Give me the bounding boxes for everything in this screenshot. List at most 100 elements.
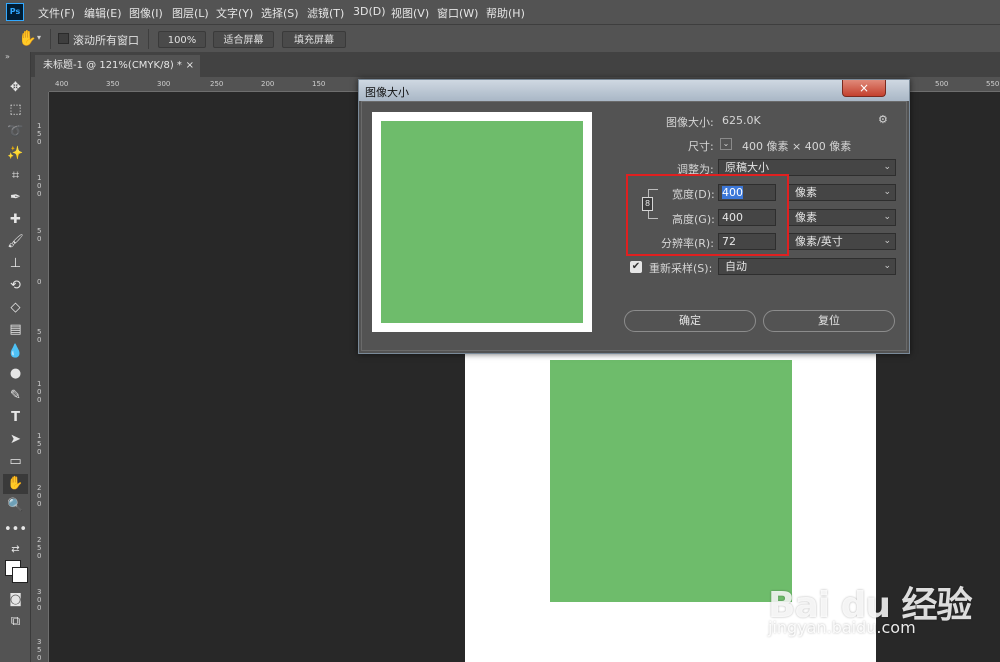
- ruler-tick: 0: [37, 278, 42, 286]
- scroll-all-windows-checkbox[interactable]: [58, 33, 69, 44]
- document-tab[interactable]: 未标题-1 @ 121%(CMYK/8) * ×: [35, 55, 200, 77]
- resolution-unit-select[interactable]: 像素/英寸 ⌄: [788, 233, 896, 250]
- zoom-tool-icon[interactable]: 🔍: [3, 496, 28, 516]
- highlight-annotation-box: [626, 174, 789, 256]
- rectangle-tool-icon[interactable]: ▭: [3, 452, 28, 472]
- menu-filter[interactable]: 滤镜(T): [307, 5, 344, 21]
- eyedropper-tool-icon[interactable]: ✒: [3, 188, 28, 208]
- lasso-tool-icon[interactable]: ➰: [3, 122, 28, 142]
- magic-wand-tool-icon[interactable]: ✨: [3, 144, 28, 164]
- fit-to-value: 原稿大小: [725, 161, 769, 174]
- dodge-tool-icon[interactable]: ●: [3, 364, 28, 384]
- dialog-title-bar[interactable]: 图像大小 ×: [359, 80, 909, 101]
- menu-bar: Ps 文件(F) 编辑(E) 图像(I) 图层(L) 文字(Y) 选择(S) 滤…: [0, 0, 1000, 24]
- screen-mode-icon[interactable]: ⧉: [3, 612, 28, 632]
- clone-stamp-tool-icon[interactable]: ⊥: [3, 254, 28, 274]
- fill-screen-button[interactable]: 填充屏幕: [282, 31, 346, 48]
- chevron-down-icon: ⌄: [883, 236, 891, 246]
- image-size-label: 图像大小:: [666, 116, 714, 129]
- document-tab-strip: 未标题-1 @ 121%(CMYK/8) * ×: [31, 52, 1000, 77]
- ruler-tick: 350: [106, 80, 120, 88]
- ruler-tick: 1 5 0: [37, 122, 42, 146]
- zoom-100-button[interactable]: 100%: [158, 31, 206, 48]
- green-square-layer: [550, 360, 792, 602]
- width-unit-select[interactable]: 像素 ⌄: [788, 184, 896, 201]
- path-selection-tool-icon[interactable]: ➤: [3, 430, 28, 450]
- marquee-tool-icon[interactable]: ⬚: [3, 100, 28, 120]
- scroll-all-windows-label: 滚动所有窗口: [73, 34, 139, 47]
- menu-file[interactable]: 文件(F): [38, 5, 75, 21]
- dimensions-value: 400 像素 × 400 像素: [742, 140, 852, 153]
- dimensions-unit-dropdown-icon[interactable]: ⌄: [720, 138, 732, 150]
- divider: [50, 29, 51, 49]
- ruler-tick: 5 0: [37, 227, 42, 243]
- ruler-tick: 250: [210, 80, 224, 88]
- ruler-tick: 2 0 0: [37, 484, 42, 508]
- height-unit: 像素: [795, 211, 817, 224]
- menu-type[interactable]: 文字(Y): [216, 5, 253, 21]
- more-tools-icon[interactable]: •••: [3, 520, 28, 540]
- chevron-down-icon: ⌄: [883, 261, 891, 271]
- quick-mask-icon[interactable]: ◙: [3, 590, 28, 610]
- close-tab-icon[interactable]: ×: [186, 55, 194, 77]
- resolution-unit: 像素/英寸: [795, 235, 843, 248]
- collapse-icon[interactable]: »: [5, 52, 10, 61]
- chevron-down-icon: ⌄: [883, 162, 891, 172]
- ruler-tick: 1 0 0: [37, 174, 42, 198]
- watermark-url: jingyan.baidu.com: [768, 618, 916, 637]
- ok-button[interactable]: 确定: [624, 310, 756, 332]
- divider: [148, 29, 149, 49]
- brush-tool-icon[interactable]: 🖌: [3, 232, 28, 252]
- dialog-title: 图像大小: [365, 86, 409, 99]
- type-tool-icon[interactable]: T: [3, 408, 28, 428]
- ruler-tick: 3 5 0: [37, 638, 42, 662]
- ruler-tick: 1 0 0: [37, 380, 42, 404]
- healing-brush-tool-icon[interactable]: ✚: [3, 210, 28, 230]
- chevron-down-icon: ⌄: [883, 187, 891, 197]
- chevron-down-icon: ⌄: [883, 212, 891, 222]
- options-bar: ✋ ▾ 滚动所有窗口 100% 适合屏幕 填充屏幕: [0, 24, 1000, 52]
- tools-panel: » ✥ ⬚ ➰ ✨ ⌗ ✒ ✚ 🖌 ⊥ ⟲ ◇ ▤ 💧 ● ✎ T ➤ ▭ ✋ …: [0, 52, 31, 662]
- ruler-tick: 300: [157, 80, 171, 88]
- gradient-tool-icon[interactable]: ▤: [3, 320, 28, 340]
- close-dialog-button[interactable]: ×: [842, 80, 886, 97]
- menu-3d[interactable]: 3D(D): [353, 5, 386, 18]
- menu-edit[interactable]: 编辑(E): [84, 5, 122, 21]
- menu-image[interactable]: 图像(I): [129, 5, 163, 21]
- swap-colors-icon[interactable]: ⇄: [3, 540, 28, 560]
- ruler-vertical: 1 5 0 1 0 0 5 0 0 5 0 1 0 0 1 5 0 2 0 0 …: [31, 92, 49, 662]
- ruler-tick: 200: [261, 80, 275, 88]
- hand-tool-icon[interactable]: ✋: [3, 474, 28, 494]
- ruler-tick: 3 0 0: [37, 588, 42, 612]
- move-tool-icon[interactable]: ✥: [3, 78, 28, 98]
- ruler-tick: 150: [312, 80, 326, 88]
- width-unit: 像素: [795, 186, 817, 199]
- resample-select[interactable]: 自动 ⌄: [718, 258, 896, 275]
- height-unit-select[interactable]: 像素 ⌄: [788, 209, 896, 226]
- fit-screen-button[interactable]: 适合屏幕: [213, 31, 274, 48]
- menu-window[interactable]: 窗口(W): [437, 5, 478, 21]
- hand-tool-icon[interactable]: ✋: [18, 29, 37, 47]
- blur-tool-icon[interactable]: 💧: [3, 342, 28, 362]
- history-brush-tool-icon[interactable]: ⟲: [3, 276, 28, 296]
- ruler-tick: 2 5 0: [37, 536, 42, 560]
- document-tab-title: 未标题-1 @ 121%(CMYK/8) *: [43, 60, 182, 71]
- menu-view[interactable]: 视图(V): [391, 5, 429, 21]
- ruler-corner[interactable]: [31, 77, 49, 92]
- menu-help[interactable]: 帮助(H): [486, 5, 525, 21]
- gear-icon[interactable]: ⚙: [878, 113, 888, 126]
- resample-checkbox[interactable]: ✔: [630, 261, 642, 273]
- reset-button[interactable]: 复位: [763, 310, 895, 332]
- chevron-down-icon[interactable]: ▾: [37, 33, 41, 42]
- menu-select[interactable]: 选择(S): [261, 5, 299, 21]
- resample-label: 重新采样(S):: [649, 262, 713, 275]
- crop-tool-icon[interactable]: ⌗: [3, 166, 28, 186]
- image-size-value: 625.0K: [722, 114, 761, 127]
- background-color-swatch[interactable]: [12, 567, 28, 583]
- dimensions-label: 尺寸:: [688, 140, 714, 153]
- eraser-tool-icon[interactable]: ◇: [3, 298, 28, 318]
- resample-value: 自动: [725, 260, 747, 273]
- menu-layer[interactable]: 图层(L): [172, 5, 209, 21]
- pen-tool-icon[interactable]: ✎: [3, 386, 28, 406]
- ruler-tick: 1 5 0: [37, 432, 42, 456]
